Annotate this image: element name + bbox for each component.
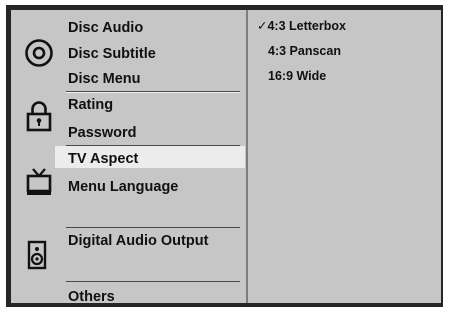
- menu-item-disc-subtitle[interactable]: Disc Subtitle: [68, 45, 156, 63]
- menu-item-others[interactable]: Others: [68, 288, 115, 306]
- menu-item-rating[interactable]: Rating: [68, 96, 113, 114]
- group-separator: [66, 281, 240, 282]
- group-separator: [66, 145, 240, 146]
- menu-item-menu-language[interactable]: Menu Language: [68, 178, 178, 196]
- group-separator: [66, 227, 240, 228]
- menu-item-password[interactable]: Password: [68, 124, 137, 142]
- disc-icon: [25, 39, 53, 67]
- padlock-icon: [26, 101, 52, 132]
- check-mark-icon: ✓: [257, 19, 268, 33]
- speaker-icon: [27, 240, 47, 270]
- option-16-9-wide[interactable]: 16:9 Wide: [268, 68, 326, 84]
- menu-item-digital-audio-output[interactable]: Digital Audio Output: [68, 232, 208, 250]
- menu-item-disc-menu[interactable]: Disc Menu: [68, 70, 141, 88]
- option-4-3-letterbox[interactable]: ✓4:3 Letterbox: [257, 18, 346, 34]
- tv-icon: [26, 168, 52, 195]
- option-4-3-panscan[interactable]: 4:3 Panscan: [268, 43, 341, 59]
- option-label: 4:3 Letterbox: [267, 19, 346, 33]
- menu-item-disc-audio[interactable]: Disc Audio: [68, 19, 143, 37]
- menu-item-tv-aspect[interactable]: TV Aspect: [68, 150, 138, 168]
